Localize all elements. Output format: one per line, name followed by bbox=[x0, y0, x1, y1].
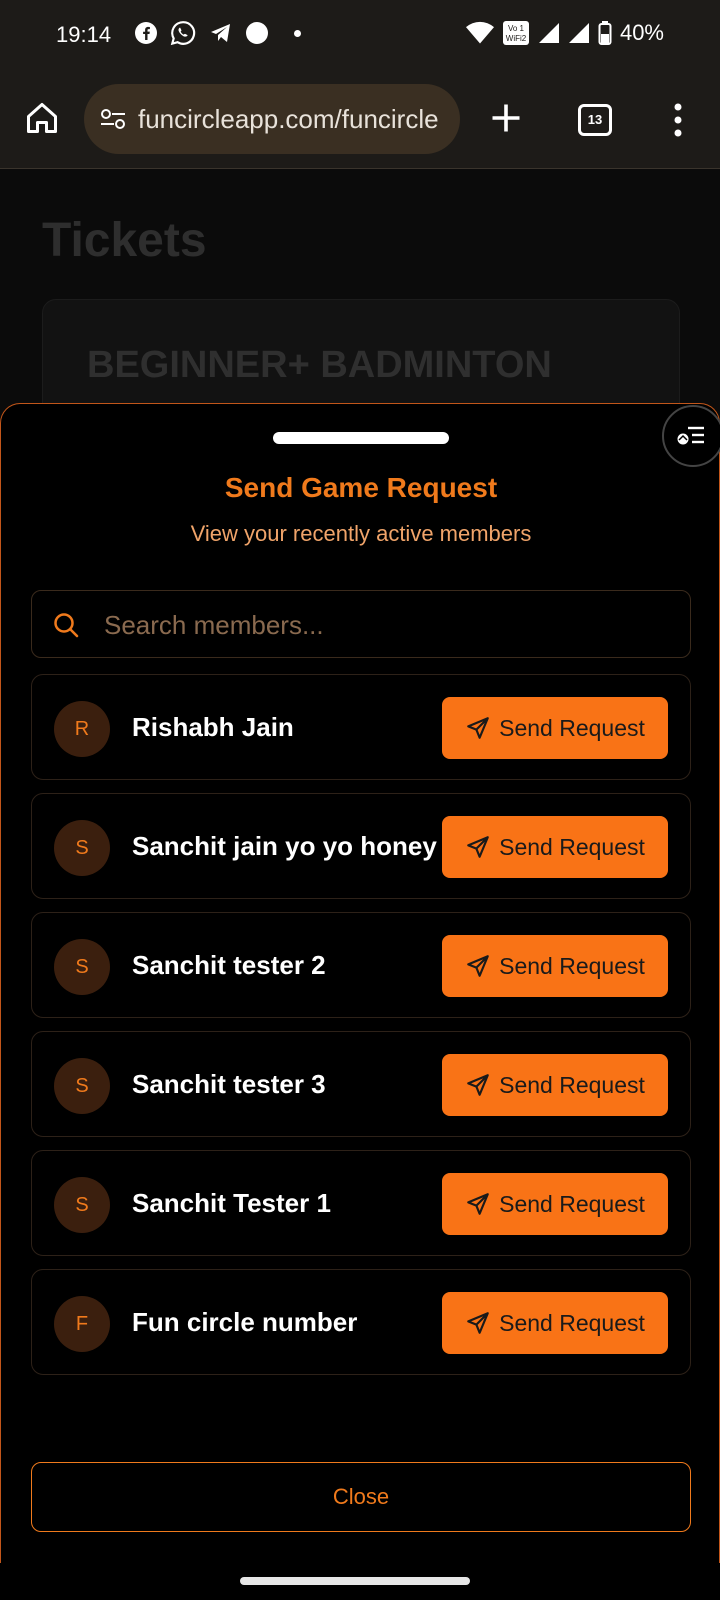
site-settings-icon[interactable] bbox=[98, 104, 128, 134]
notification-icons bbox=[134, 20, 301, 46]
new-tab-icon[interactable] bbox=[488, 100, 524, 136]
member-name: Sanchit jain yo yo honey bbox=[132, 831, 437, 861]
member-name: Rishabh Jain bbox=[132, 712, 294, 742]
status-time: 19:14 bbox=[56, 22, 112, 47]
send-icon bbox=[467, 955, 489, 977]
send-request-button[interactable]: Send Request bbox=[442, 1173, 668, 1235]
whatsapp-icon bbox=[170, 21, 196, 46]
send-request-label: Send Request bbox=[499, 1309, 645, 1336]
battery-icon bbox=[598, 21, 612, 45]
member-row: F Fun circle number Send Request bbox=[31, 1269, 691, 1375]
sheet-title: Send Game Request bbox=[224, 472, 498, 503]
volte-icon: Vo 1WiFi2 bbox=[502, 21, 529, 45]
member-name: Sanchit tester 2 bbox=[132, 950, 326, 980]
browser-toolbar: funcircleapp.com/funcircle 13 bbox=[0, 70, 720, 169]
send-request-label: Send Request bbox=[499, 952, 645, 979]
send-icon bbox=[467, 1074, 489, 1096]
send-request-button[interactable]: Send Request bbox=[442, 1292, 668, 1354]
send-icon bbox=[467, 1193, 489, 1215]
dot-icon bbox=[294, 29, 301, 37]
send-icon bbox=[467, 1312, 489, 1334]
member-name: Sanchit tester 3 bbox=[132, 1069, 326, 1099]
gesture-nav-bar bbox=[0, 1563, 720, 1600]
more-menu-icon[interactable] bbox=[670, 102, 686, 138]
home-icon[interactable] bbox=[24, 100, 60, 136]
address-bar[interactable]: funcircleapp.com/funcircle bbox=[84, 84, 460, 154]
member-row: S Sanchit Tester 1 Send Request bbox=[31, 1150, 691, 1256]
drag-handle[interactable] bbox=[273, 432, 449, 444]
url-text: funcircleapp.com/funcircle bbox=[138, 103, 439, 134]
send-request-button[interactable]: Send Request bbox=[442, 697, 668, 759]
page-title: Tickets bbox=[42, 214, 207, 267]
signal-icon bbox=[568, 23, 589, 43]
avatar: F bbox=[54, 1296, 110, 1352]
member-row: R Rishabh Jain Send Request bbox=[31, 674, 691, 780]
wifi-icon bbox=[465, 21, 494, 44]
search-icon bbox=[54, 613, 79, 638]
signal-icon bbox=[538, 23, 559, 43]
send-request-label: Send Request bbox=[499, 1071, 645, 1098]
ticket-card-title: BEGINNER+ BADMINTON bbox=[87, 344, 552, 386]
member-name: Sanchit Tester 1 bbox=[132, 1188, 331, 1218]
member-row: S Sanchit jain yo yo honey Send Request bbox=[31, 793, 691, 899]
close-button[interactable]: Close bbox=[31, 1462, 691, 1532]
member-row: S Sanchit tester 3 Send Request bbox=[31, 1031, 691, 1137]
send-request-button[interactable]: Send Request bbox=[442, 1054, 668, 1116]
send-icon bbox=[467, 836, 489, 858]
status-bar: 19:14 Vo 1 WiFi2 40% bbox=[0, 0, 720, 70]
filter-list-icon bbox=[677, 426, 704, 445]
facebook-icon bbox=[135, 22, 157, 44]
circle-icon bbox=[246, 22, 268, 44]
send-request-label: Send Request bbox=[499, 833, 645, 860]
search-box[interactable] bbox=[31, 590, 691, 659]
sheet-subtitle: View your recently active members bbox=[190, 521, 532, 546]
game-request-sheet: Send Game Request View your recently act… bbox=[0, 403, 720, 1563]
search-input[interactable] bbox=[102, 591, 666, 659]
avatar: S bbox=[54, 1058, 110, 1114]
member-name: Fun circle number bbox=[132, 1307, 358, 1337]
svg-text:Vo 1: Vo 1 bbox=[508, 24, 525, 33]
avatar: S bbox=[54, 939, 110, 995]
home-gesture-pill[interactable] bbox=[240, 1577, 470, 1585]
avatar: S bbox=[54, 1177, 110, 1233]
send-request-label: Send Request bbox=[499, 1190, 645, 1217]
system-icons: Vo 1 WiFi2 40% bbox=[465, 20, 664, 46]
send-request-button[interactable]: Send Request bbox=[442, 816, 668, 878]
svg-text:WiFi2: WiFi2 bbox=[506, 34, 527, 43]
send-icon bbox=[467, 717, 489, 739]
send-request-label: Send Request bbox=[499, 714, 645, 741]
avatar: R bbox=[54, 701, 110, 757]
floating-menu-button[interactable] bbox=[662, 405, 720, 467]
send-request-button[interactable]: Send Request bbox=[442, 935, 668, 997]
tab-switcher-button[interactable]: 13 bbox=[578, 104, 612, 136]
avatar: S bbox=[54, 820, 110, 876]
member-row: S Sanchit tester 2 Send Request bbox=[31, 912, 691, 1018]
battery-percent: 40% bbox=[619, 20, 664, 45]
telegram-icon bbox=[211, 24, 230, 42]
